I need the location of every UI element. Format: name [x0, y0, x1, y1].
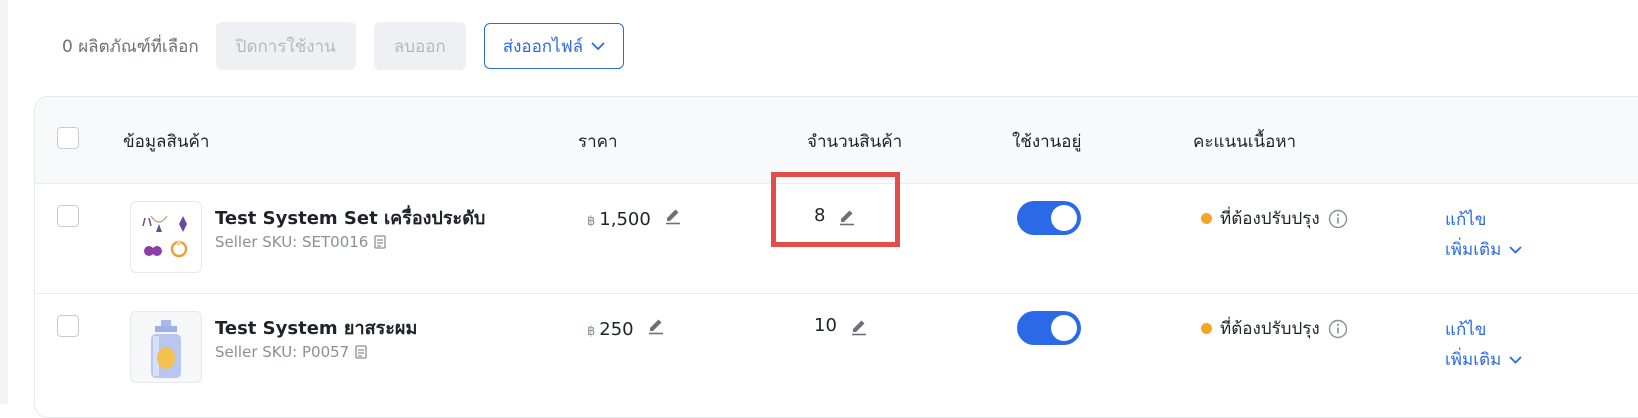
- selected-count: 0 ผลิตภัณฑ์ที่เลือก: [62, 36, 199, 57]
- copy-icon[interactable]: [374, 235, 386, 249]
- column-header-active: ใช้งานอยู่: [1012, 132, 1082, 152]
- quantity-cell: 10: [814, 315, 869, 336]
- active-toggle[interactable]: [1017, 201, 1081, 235]
- column-header-price: ราคา: [578, 132, 618, 152]
- chevron-down-icon: [1509, 356, 1522, 364]
- table-row: Test System ยาสระผม Seller SKU: P0057 ฿ …: [35, 293, 1638, 403]
- table-header: ข้อมูลสินค้า ราคา จำนวนสินค้า ใช้งานอยู่…: [35, 97, 1638, 184]
- export-button[interactable]: ส่งออกไฟล์: [483, 23, 625, 69]
- shampoo-bottle-image: [130, 311, 202, 383]
- status-text: ที่ต้องปรับปรุง: [1220, 319, 1320, 339]
- edit-link[interactable]: แก้ไข: [1445, 205, 1522, 235]
- product-sku: Seller SKU: P0057: [215, 343, 367, 361]
- warning-dot-icon: [1201, 213, 1212, 224]
- select-all-checkbox[interactable]: [57, 127, 79, 149]
- quantity-highlight-box: [771, 172, 900, 247]
- row-actions: แก้ไข เพิ่มเติม: [1445, 315, 1522, 375]
- price-cell: ฿ 1,500: [587, 205, 683, 230]
- quantity-value: 10: [814, 315, 837, 336]
- more-dropdown[interactable]: เพิ่มเติม: [1445, 235, 1522, 265]
- more-label: เพิ่มเติม: [1445, 240, 1502, 260]
- active-toggle[interactable]: [1017, 311, 1081, 345]
- price-value: 250: [599, 319, 634, 340]
- left-edge: [0, 0, 8, 404]
- row-checkbox[interactable]: [57, 315, 79, 337]
- edit-link[interactable]: แก้ไข: [1445, 315, 1522, 345]
- content-score-status: ที่ต้องปรับปรุง: [1201, 205, 1348, 232]
- column-header-content-score: คะแนนเนื้อหา: [1193, 132, 1297, 152]
- product-name[interactable]: Test System ยาสระผม: [215, 313, 417, 342]
- product-sku: Seller SKU: SET0016: [215, 233, 386, 251]
- price-value: 1,500: [599, 209, 651, 230]
- jewelry-set-image: [130, 201, 202, 273]
- product-name[interactable]: Test System Set เครื่องประดับ: [215, 203, 485, 232]
- price-cell: ฿ 250: [587, 315, 666, 340]
- more-label: เพิ่มเติม: [1445, 350, 1502, 370]
- export-label: ส่งออกไฟล์: [502, 36, 584, 56]
- delete-button[interactable]: ลบออก: [373, 22, 466, 70]
- edit-price-icon[interactable]: [663, 205, 683, 225]
- copy-icon[interactable]: [355, 345, 367, 359]
- edit-quantity-icon[interactable]: [849, 316, 869, 336]
- row-checkbox[interactable]: [57, 205, 79, 227]
- edit-price-icon[interactable]: [646, 315, 666, 335]
- warning-dot-icon: [1201, 323, 1212, 334]
- column-header-quantity: จำนวนสินค้า: [807, 132, 903, 152]
- info-icon[interactable]: [1328, 209, 1348, 229]
- chevron-down-icon: [591, 41, 605, 50]
- info-icon[interactable]: [1328, 319, 1348, 339]
- toggle-knob: [1051, 315, 1077, 341]
- product-table: ข้อมูลสินค้า ราคา จำนวนสินค้า ใช้งานอยู่…: [34, 96, 1638, 418]
- content-score-status: ที่ต้องปรับปรุง: [1201, 315, 1348, 342]
- currency-symbol: ฿: [587, 214, 596, 229]
- more-dropdown[interactable]: เพิ่มเติม: [1445, 345, 1522, 375]
- disable-button[interactable]: ปิดการใช้งาน: [215, 22, 356, 70]
- column-header-product-info: ข้อมูลสินค้า: [123, 132, 210, 152]
- sku-text: Seller SKU: SET0016: [215, 233, 369, 251]
- currency-symbol: ฿: [587, 324, 596, 339]
- toggle-knob: [1051, 205, 1077, 231]
- chevron-down-icon: [1509, 246, 1522, 254]
- row-actions: แก้ไข เพิ่มเติม: [1445, 205, 1522, 265]
- sku-text: Seller SKU: P0057: [215, 343, 350, 361]
- bulk-action-toolbar: 0 ผลิตภัณฑ์ที่เลือก ปิดการใช้งาน ลบออก ส…: [62, 22, 625, 70]
- status-text: ที่ต้องปรับปรุง: [1220, 209, 1320, 229]
